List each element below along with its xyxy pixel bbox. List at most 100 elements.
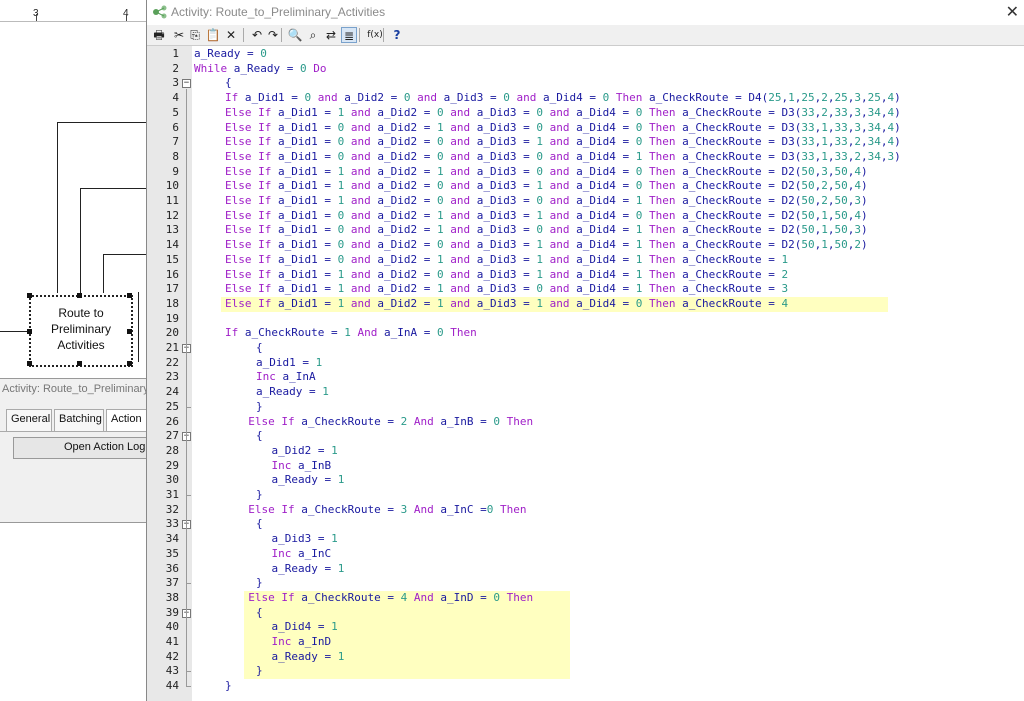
code-line[interactable]: a_Ready = 1 (272, 650, 345, 665)
tab-action[interactable]: Action (106, 409, 150, 431)
resize-handle[interactable] (27, 361, 32, 366)
resize-handle[interactable] (27, 293, 32, 298)
code-token: While (194, 61, 234, 75)
code-line[interactable]: While a_Ready = 0 Do (194, 62, 326, 77)
code-line[interactable]: Else If a_Did1 = 1 and a_Did2 = 1 and a_… (225, 297, 788, 312)
code-token: a_Did3 (476, 120, 517, 134)
code-line[interactable]: { (256, 606, 263, 621)
redo-icon[interactable]: ↷ (265, 27, 281, 43)
connector (0, 331, 27, 332)
code-line[interactable]: Else If a_Did1 = 0 and a_Did2 = 1 and a_… (225, 223, 868, 238)
code-line[interactable]: a_Ready = 1 (272, 562, 345, 577)
code-line[interactable]: Else If a_CheckRoute = 3 And a_InC =0 Th… (248, 503, 526, 518)
code-token: = (516, 105, 537, 119)
code-line[interactable]: Else If a_Did1 = 0 and a_Did2 = 1 and a_… (225, 209, 868, 224)
code-token: a_CheckRoute (682, 282, 762, 296)
code-line[interactable]: Else If a_CheckRoute = 4 And a_InD = 0 T… (248, 591, 533, 606)
connector (57, 122, 58, 293)
code-line[interactable]: If a_Did1 = 0 and a_Did2 = 0 and a_Did3 … (225, 91, 901, 106)
close-button[interactable]: ✕ (1006, 2, 1019, 21)
code-token: = (615, 252, 636, 266)
find-icon[interactable]: 🔍 (287, 27, 303, 43)
code-line[interactable]: Else If a_CheckRoute = 2 And a_InB = 0 T… (248, 415, 533, 430)
code-line[interactable]: a_Ready = 1 (256, 385, 329, 400)
line-number: 2 (172, 61, 179, 75)
help-icon[interactable]: ? (389, 27, 405, 43)
code-line[interactable]: Else If a_Did1 = 1 and a_Did2 = 0 and a_… (225, 268, 788, 283)
code-line[interactable]: } (225, 679, 232, 694)
code-token: and (344, 267, 378, 281)
code-line[interactable]: Else If a_Did1 = 1 and a_Did2 = 0 and a_… (225, 179, 868, 194)
code-editor[interactable]: a_Ready = 0 While a_Ready = 0 Do{If a_Did… (192, 46, 1024, 701)
resize-handle[interactable] (127, 361, 132, 366)
code-token: = (516, 296, 537, 310)
code-token: a_CheckRoute (244, 326, 325, 340)
code-line[interactable]: Else If a_Did1 = 1 and a_Did2 = 0 and a_… (225, 106, 901, 121)
open-action-logic-button[interactable]: Open Action Logic Editor (13, 437, 185, 459)
find-replace-icon[interactable]: ⌕ (305, 27, 321, 43)
code-line[interactable]: Else If a_Did1 = 0 and a_Did2 = 0 and a_… (225, 150, 901, 165)
code-line[interactable]: Else If a_Did1 = 0 and a_Did2 = 1 and a_… (225, 253, 788, 268)
code-line[interactable]: { (256, 429, 263, 444)
undo-icon[interactable]: ↶ (249, 27, 265, 43)
code-line[interactable]: a_Ready = 1 (272, 473, 345, 488)
code-line[interactable]: } (256, 664, 263, 679)
code-token: and (443, 252, 477, 266)
code-line[interactable]: Else If a_Did1 = 1 and a_Did2 = 0 and a_… (225, 194, 868, 209)
code-line[interactable]: a_Did2 = 1 (272, 444, 338, 459)
code-token: a_InB (298, 458, 332, 472)
code-line[interactable]: a_Ready = 0 (194, 47, 267, 62)
code-line[interactable]: } (256, 400, 263, 415)
code-line[interactable]: Else If a_Did1 = 0 and a_Did2 = 0 and a_… (225, 135, 901, 150)
code-token: And (407, 414, 441, 428)
code-line[interactable]: { (225, 76, 232, 91)
code-line[interactable]: Else If a_Did1 = 1 and a_Did2 = 1 and a_… (225, 282, 788, 297)
copy-icon[interactable]: ⎘ (187, 27, 203, 43)
code-line[interactable]: Inc a_InC (272, 547, 332, 562)
code-line[interactable]: Else If a_Did1 = 0 and a_Did2 = 1 and a_… (225, 121, 901, 136)
code-token: Else If (248, 502, 302, 516)
fold-toggle-icon[interactable]: − (182, 79, 191, 89)
function-icon[interactable]: f(x) (365, 27, 385, 43)
tab-general[interactable]: General (6, 409, 52, 431)
code-line[interactable]: { (256, 517, 263, 532)
delete-icon[interactable]: ✕ (223, 27, 239, 43)
toolbar-separator (383, 28, 384, 42)
code-token: 1 (331, 532, 338, 546)
resize-handle[interactable] (27, 329, 32, 334)
paste-icon[interactable]: 📋 (205, 27, 221, 43)
code-token: a_Did1 (277, 135, 318, 149)
code-line[interactable]: a_Did4 = 1 (272, 620, 338, 635)
code-line[interactable]: Inc a_InB (272, 459, 332, 474)
resize-handle[interactable] (127, 293, 132, 298)
code-token: = (317, 282, 338, 296)
resize-handle[interactable] (77, 361, 82, 366)
code-line[interactable]: Inc a_InD (272, 635, 332, 650)
code-line[interactable]: { (256, 341, 263, 356)
code-line[interactable]: Inc a_InA (256, 370, 316, 385)
resize-handle[interactable] (77, 293, 82, 298)
code-line[interactable]: } (256, 488, 263, 503)
code-token: Then (499, 414, 534, 428)
tab-batching[interactable]: Batching (54, 409, 104, 431)
activity-block[interactable]: Route to Preliminary Activities (27, 293, 133, 367)
code-line[interactable]: a_Did3 = 1 (272, 532, 338, 547)
code-token: And (407, 502, 441, 516)
code-token: a_Ready (233, 61, 281, 75)
code-line[interactable]: Else If a_Did1 = 0 and a_Did2 = 0 and a_… (225, 238, 868, 253)
model-diagram[interactable]: Route to Preliminary Activities (0, 22, 146, 378)
code-token: and (542, 120, 577, 134)
code-token: = (761, 164, 782, 178)
code-line[interactable]: If a_CheckRoute = 1 And a_InA = 0 Then (225, 326, 477, 341)
cut-icon[interactable]: ✂ (171, 27, 187, 43)
resize-handle[interactable] (127, 329, 132, 334)
code-token: a_CheckRoute (682, 105, 762, 119)
code-line[interactable]: Else If a_Did1 = 1 and a_Did2 = 1 and a_… (225, 165, 868, 180)
code-line[interactable]: } (256, 576, 263, 591)
editor-titlebar[interactable]: Activity: Route_to_Preliminary_Activitie… (147, 0, 1024, 25)
code-line[interactable]: a_Did1 = 1 (256, 356, 322, 371)
bookmark-icon[interactable]: ⇄ (323, 27, 339, 43)
print-icon[interactable]: 🖶 (151, 27, 167, 43)
line-number: 40 (165, 620, 179, 634)
format-icon[interactable]: ≣ (341, 27, 357, 43)
